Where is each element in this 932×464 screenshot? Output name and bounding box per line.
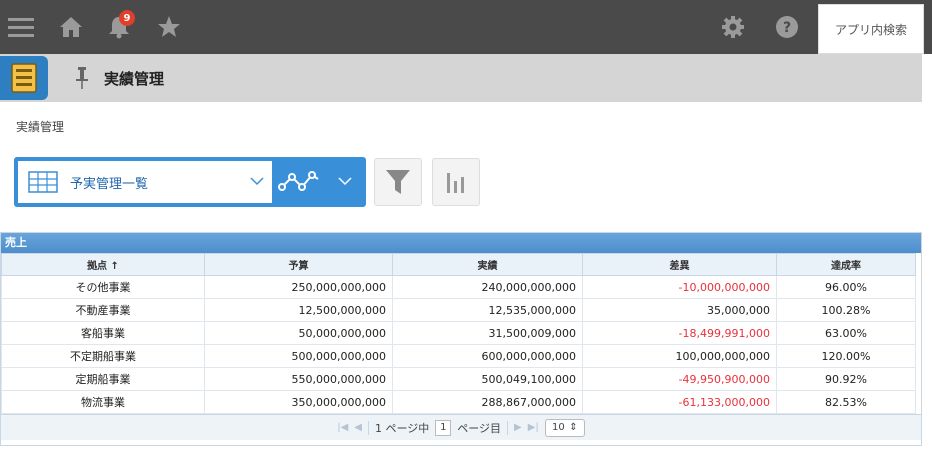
cell-achievement-rate: 63.00% xyxy=(776,321,916,345)
cell-budget: 250,000,000,000 xyxy=(204,275,393,299)
next-page-icon[interactable]: ▶ xyxy=(514,422,522,433)
updown-arrow-icon: ⇕ xyxy=(569,422,578,433)
cell-achievement-rate: 82.53% xyxy=(776,390,916,414)
cell-location: 定期船事業 xyxy=(1,367,205,391)
chevron-down-icon xyxy=(250,177,264,186)
page-size-select[interactable]: 10 ⇕ xyxy=(544,418,585,437)
cell-achievement-rate: 120.00% xyxy=(776,344,916,368)
chart-button[interactable] xyxy=(432,158,480,206)
app-header: 実績管理 xyxy=(0,54,922,102)
cell-actual: 240,000,000,000 xyxy=(392,275,583,299)
line-graph-icon xyxy=(278,171,319,191)
cell-budget: 500,000,000,000 xyxy=(204,344,393,368)
table-row[interactable]: 物流事業 350,000,000,000 288,867,000,000 -61… xyxy=(1,390,916,414)
page-number-input[interactable]: 1 xyxy=(435,419,452,436)
cell-actual: 600,000,000,000 xyxy=(392,344,583,368)
view-dropdown[interactable]: 予実管理一覧 xyxy=(18,161,272,203)
cell-location: 不動産事業 xyxy=(1,298,205,322)
last-page-icon[interactable]: ▶| xyxy=(528,422,539,433)
chevron-down-icon[interactable] xyxy=(338,176,352,186)
table-row[interactable]: 客船事業 50,000,000,000 31,500,009,000 -18,4… xyxy=(1,321,916,345)
data-table: 拠点 ↑ 予算 実績 差異 達成率 その他事業 250,000,000,000 … xyxy=(1,253,916,414)
cell-actual: 31,500,009,000 xyxy=(392,321,583,345)
cell-achievement-rate: 96.00% xyxy=(776,275,916,299)
cell-variance: -18,499,991,000 xyxy=(582,321,777,345)
table-view-icon xyxy=(28,171,58,193)
notification-count-badge: 9 xyxy=(119,10,135,26)
pager-divider xyxy=(367,420,369,435)
table-row[interactable]: 不動産事業 12,500,000,000 12,535,000,000 35,0… xyxy=(1,298,916,322)
pager-divider xyxy=(507,420,509,435)
table-caption: 売上 xyxy=(1,233,921,253)
top-navigation-bar: 9 ? アプリ内検索 xyxy=(0,0,932,54)
column-header-actual[interactable]: 実績 xyxy=(392,253,583,276)
prev-page-icon[interactable]: ◀ xyxy=(354,422,362,433)
cell-variance: -49,950,900,000 xyxy=(582,367,777,391)
cell-budget: 12,500,000,000 xyxy=(204,298,393,322)
pin-icon[interactable] xyxy=(72,62,92,94)
page-size-value: 10 xyxy=(552,422,565,433)
gear-icon[interactable] xyxy=(718,12,748,42)
page-suffix: ページ目 xyxy=(457,421,502,435)
filter-button[interactable] xyxy=(374,158,422,206)
page-prefix: 1 ページ中 xyxy=(374,421,430,435)
cell-achievement-rate: 100.28% xyxy=(776,298,916,322)
cell-actual: 12,535,000,000 xyxy=(392,298,583,322)
cell-achievement-rate: 90.92% xyxy=(776,367,916,391)
cell-budget: 350,000,000,000 xyxy=(204,390,393,414)
cell-budget: 550,000,000,000 xyxy=(204,367,393,391)
star-icon[interactable] xyxy=(154,12,184,42)
column-header-variance[interactable]: 差異 xyxy=(582,253,777,276)
breadcrumb[interactable]: 実績管理 xyxy=(16,118,64,135)
first-page-icon[interactable]: |◀ xyxy=(337,422,348,433)
table-row[interactable]: その他事業 250,000,000,000 240,000,000,000 -1… xyxy=(1,275,916,299)
graph-view-button[interactable] xyxy=(276,163,324,201)
cell-location: その他事業 xyxy=(1,275,205,299)
column-header-budget[interactable]: 予算 xyxy=(204,253,393,276)
pagination-bar: |◀ ◀ 1 ページ中 1 ページ目 ▶ ▶| 10 ⇕ xyxy=(1,414,921,440)
cell-location: 客船事業 xyxy=(1,321,205,345)
home-icon[interactable] xyxy=(56,12,86,42)
cell-actual: 288,867,000,000 xyxy=(392,390,583,414)
app-search-box[interactable]: アプリ内検索 xyxy=(818,4,924,54)
help-icon[interactable]: ? xyxy=(772,12,802,42)
app-icon[interactable] xyxy=(0,56,48,100)
cell-variance: -61,133,000,000 xyxy=(582,390,777,414)
svg-text:?: ? xyxy=(783,20,791,36)
table-header-row: 拠点 ↑ 予算 実績 差異 達成率 xyxy=(1,253,916,276)
sales-table-panel: 売上 拠点 ↑ 予算 実績 差異 達成率 その他事業 250,000,000,0… xyxy=(0,232,922,446)
cell-budget: 50,000,000,000 xyxy=(204,321,393,345)
cell-actual: 500,049,100,000 xyxy=(392,367,583,391)
column-header-location[interactable]: 拠点 ↑ xyxy=(1,253,205,276)
cell-variance: 100,000,000,000 xyxy=(582,344,777,368)
view-name: 予実管理一覧 xyxy=(70,176,149,192)
filter-icon xyxy=(386,170,410,194)
view-selector: 予実管理一覧 xyxy=(14,157,366,207)
table-row[interactable]: 定期船事業 550,000,000,000 500,049,100,000 -4… xyxy=(1,367,916,391)
cell-location: 物流事業 xyxy=(1,390,205,414)
cell-variance: 35,000,000 xyxy=(582,298,777,322)
cell-variance: -10,000,000,000 xyxy=(582,275,777,299)
app-search-label: アプリ内検索 xyxy=(834,22,907,37)
table-row[interactable]: 不定期船事業 500,000,000,000 600,000,000,000 1… xyxy=(1,344,916,368)
bar-chart-icon xyxy=(447,173,464,193)
column-header-achievement-rate[interactable]: 達成率 xyxy=(776,253,916,276)
cell-location: 不定期船事業 xyxy=(1,344,205,368)
app-title: 実績管理 xyxy=(104,70,165,88)
menu-icon[interactable] xyxy=(6,12,36,42)
